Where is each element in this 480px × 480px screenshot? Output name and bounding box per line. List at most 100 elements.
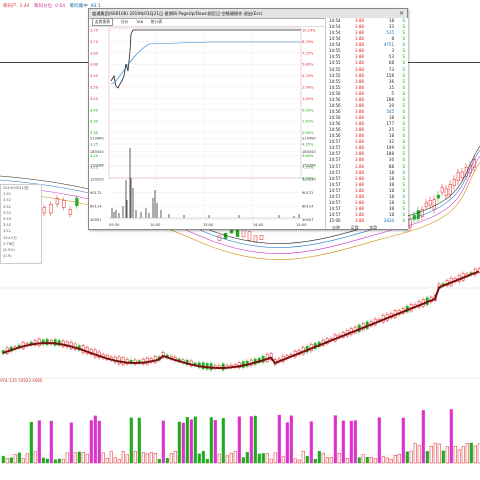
quote-info-box: 2019/03/21/四 3.51 3.52 3.52 3.52 3.53 3.… bbox=[0, 184, 42, 264]
price-tick-label: 3.30 bbox=[90, 131, 99, 135]
volume-bar bbox=[321, 452, 325, 464]
volume-bar bbox=[117, 459, 121, 464]
volume-bar bbox=[297, 459, 301, 464]
candle bbox=[412, 214, 416, 220]
volume-bar bbox=[413, 443, 417, 464]
time-tick-label: 15:00 bbox=[296, 223, 307, 227]
candle bbox=[253, 235, 258, 243]
volume-bar bbox=[133, 451, 137, 464]
intraday-popup-window[interactable]: 盛通集团(600108) 2019年03月21日 星期四 PageUp/Down… bbox=[88, 8, 408, 230]
volume-bar bbox=[461, 446, 465, 464]
volume-bar bbox=[465, 443, 469, 464]
volume-bar bbox=[161, 420, 165, 464]
volume-bar bbox=[417, 445, 421, 464]
volume-bar bbox=[301, 450, 305, 464]
volume-bar bbox=[345, 458, 349, 464]
volume-bar bbox=[145, 453, 149, 464]
volume-bar bbox=[441, 450, 445, 464]
volume-bar bbox=[341, 420, 345, 464]
close-icon[interactable]: × bbox=[399, 10, 404, 17]
pct-tick-label: 5.80% bbox=[302, 154, 314, 158]
volume-bar bbox=[289, 415, 293, 464]
volume-bar bbox=[137, 417, 141, 464]
candle bbox=[440, 187, 444, 193]
volume-bar bbox=[253, 415, 257, 464]
volume-tick-label-right: 120229 bbox=[302, 177, 316, 181]
trade-ticks-list[interactable]: 14:54 3.88 18 S 14:54 3.88 33 S 14:54 3.88 515 S 14:… bbox=[325, 18, 408, 229]
pct-tick-label: 2.90% bbox=[302, 86, 314, 90]
volume-bar bbox=[385, 457, 389, 464]
volume-bar bbox=[221, 418, 225, 464]
price-tick-label: 3.55 bbox=[90, 74, 98, 78]
pct-tick-label: 4.35% bbox=[302, 143, 314, 147]
volume-bar bbox=[169, 453, 173, 464]
volume-bar bbox=[65, 452, 69, 464]
volume-bar bbox=[73, 452, 77, 464]
volume-bar bbox=[269, 458, 273, 464]
volume-bar bbox=[217, 453, 221, 464]
volume-bar bbox=[305, 456, 309, 464]
pct-tick-label: 4.35% bbox=[302, 74, 314, 78]
tab-price-dist[interactable]: 分价 bbox=[121, 18, 129, 26]
price-tick-label: 3.45 bbox=[90, 97, 98, 101]
volume-bar bbox=[317, 450, 321, 464]
volume-bar bbox=[49, 420, 53, 464]
time-tick-label: 14:00 bbox=[253, 223, 264, 227]
avg-price-line bbox=[110, 41, 301, 85]
volume-bar bbox=[101, 452, 105, 464]
candle bbox=[247, 231, 252, 241]
intraday-chart: 3.75 3.70 3.65 3.60 3.55 3.50 3.45 3.40 3.35 3.30… bbox=[90, 27, 316, 227]
tab-stats[interactable]: 统计表 bbox=[151, 18, 162, 26]
volume-bar bbox=[405, 451, 409, 464]
volume-tick-label: 120229 bbox=[90, 177, 104, 181]
volume-bar bbox=[453, 445, 457, 464]
volume-bar bbox=[105, 457, 109, 464]
volume-bar bbox=[121, 450, 125, 464]
volume-bar bbox=[41, 457, 45, 464]
lower-kline-group bbox=[1, 266, 480, 372]
pct-tick-label: 8.70% bbox=[302, 40, 314, 44]
candle bbox=[448, 184, 452, 195]
pct-tick-label: 2.90% bbox=[302, 131, 314, 135]
volume-tick-label-right: 30057 bbox=[302, 218, 313, 222]
volume-bar bbox=[13, 454, 17, 464]
volume-bar bbox=[265, 453, 269, 464]
price-tick-label: 3.25 bbox=[90, 143, 98, 147]
volume-bar bbox=[369, 456, 373, 464]
volume-bar bbox=[393, 454, 397, 464]
candle bbox=[424, 202, 428, 207]
time-tick-label: 10:30 bbox=[150, 223, 161, 227]
volume-bar bbox=[429, 446, 433, 464]
price-line bbox=[110, 29, 301, 89]
volume-bar bbox=[261, 453, 265, 464]
tab-tab[interactable]: TAB bbox=[136, 18, 143, 26]
volume-bar bbox=[85, 453, 89, 464]
volume-bar bbox=[53, 459, 57, 464]
volume-bar bbox=[33, 451, 37, 464]
volume-bar bbox=[181, 422, 185, 464]
volume-bar bbox=[97, 420, 101, 464]
volume-tick-label-right: 150286 bbox=[302, 164, 316, 168]
volume-tick-label: 90172 bbox=[90, 191, 101, 195]
price-tick-label: 3.60 bbox=[90, 63, 99, 67]
volume-bar bbox=[5, 458, 9, 464]
volume-bar bbox=[89, 420, 93, 464]
volume-bar bbox=[229, 452, 233, 464]
volume-bar bbox=[177, 421, 181, 464]
candle bbox=[408, 218, 412, 228]
tab-chart[interactable]: 走势图表 bbox=[92, 18, 114, 26]
volume-bar bbox=[273, 452, 277, 464]
pct-tick-label: 1.45% bbox=[302, 120, 314, 124]
volume-bar bbox=[357, 457, 361, 464]
volume-bar bbox=[189, 419, 193, 464]
volume-bar bbox=[81, 452, 85, 464]
volume-bar bbox=[193, 416, 197, 464]
pct-tick-label: 1.45% bbox=[302, 97, 314, 101]
volume-bar bbox=[185, 417, 189, 464]
volume-bar bbox=[157, 458, 161, 464]
candle bbox=[432, 199, 436, 210]
buy-sell-labels: 分钟 买盘 卖盘 bbox=[332, 224, 402, 232]
volume-bar bbox=[109, 451, 113, 464]
volume-tick-label: 180343 bbox=[90, 150, 104, 154]
volume-bar bbox=[381, 456, 385, 464]
